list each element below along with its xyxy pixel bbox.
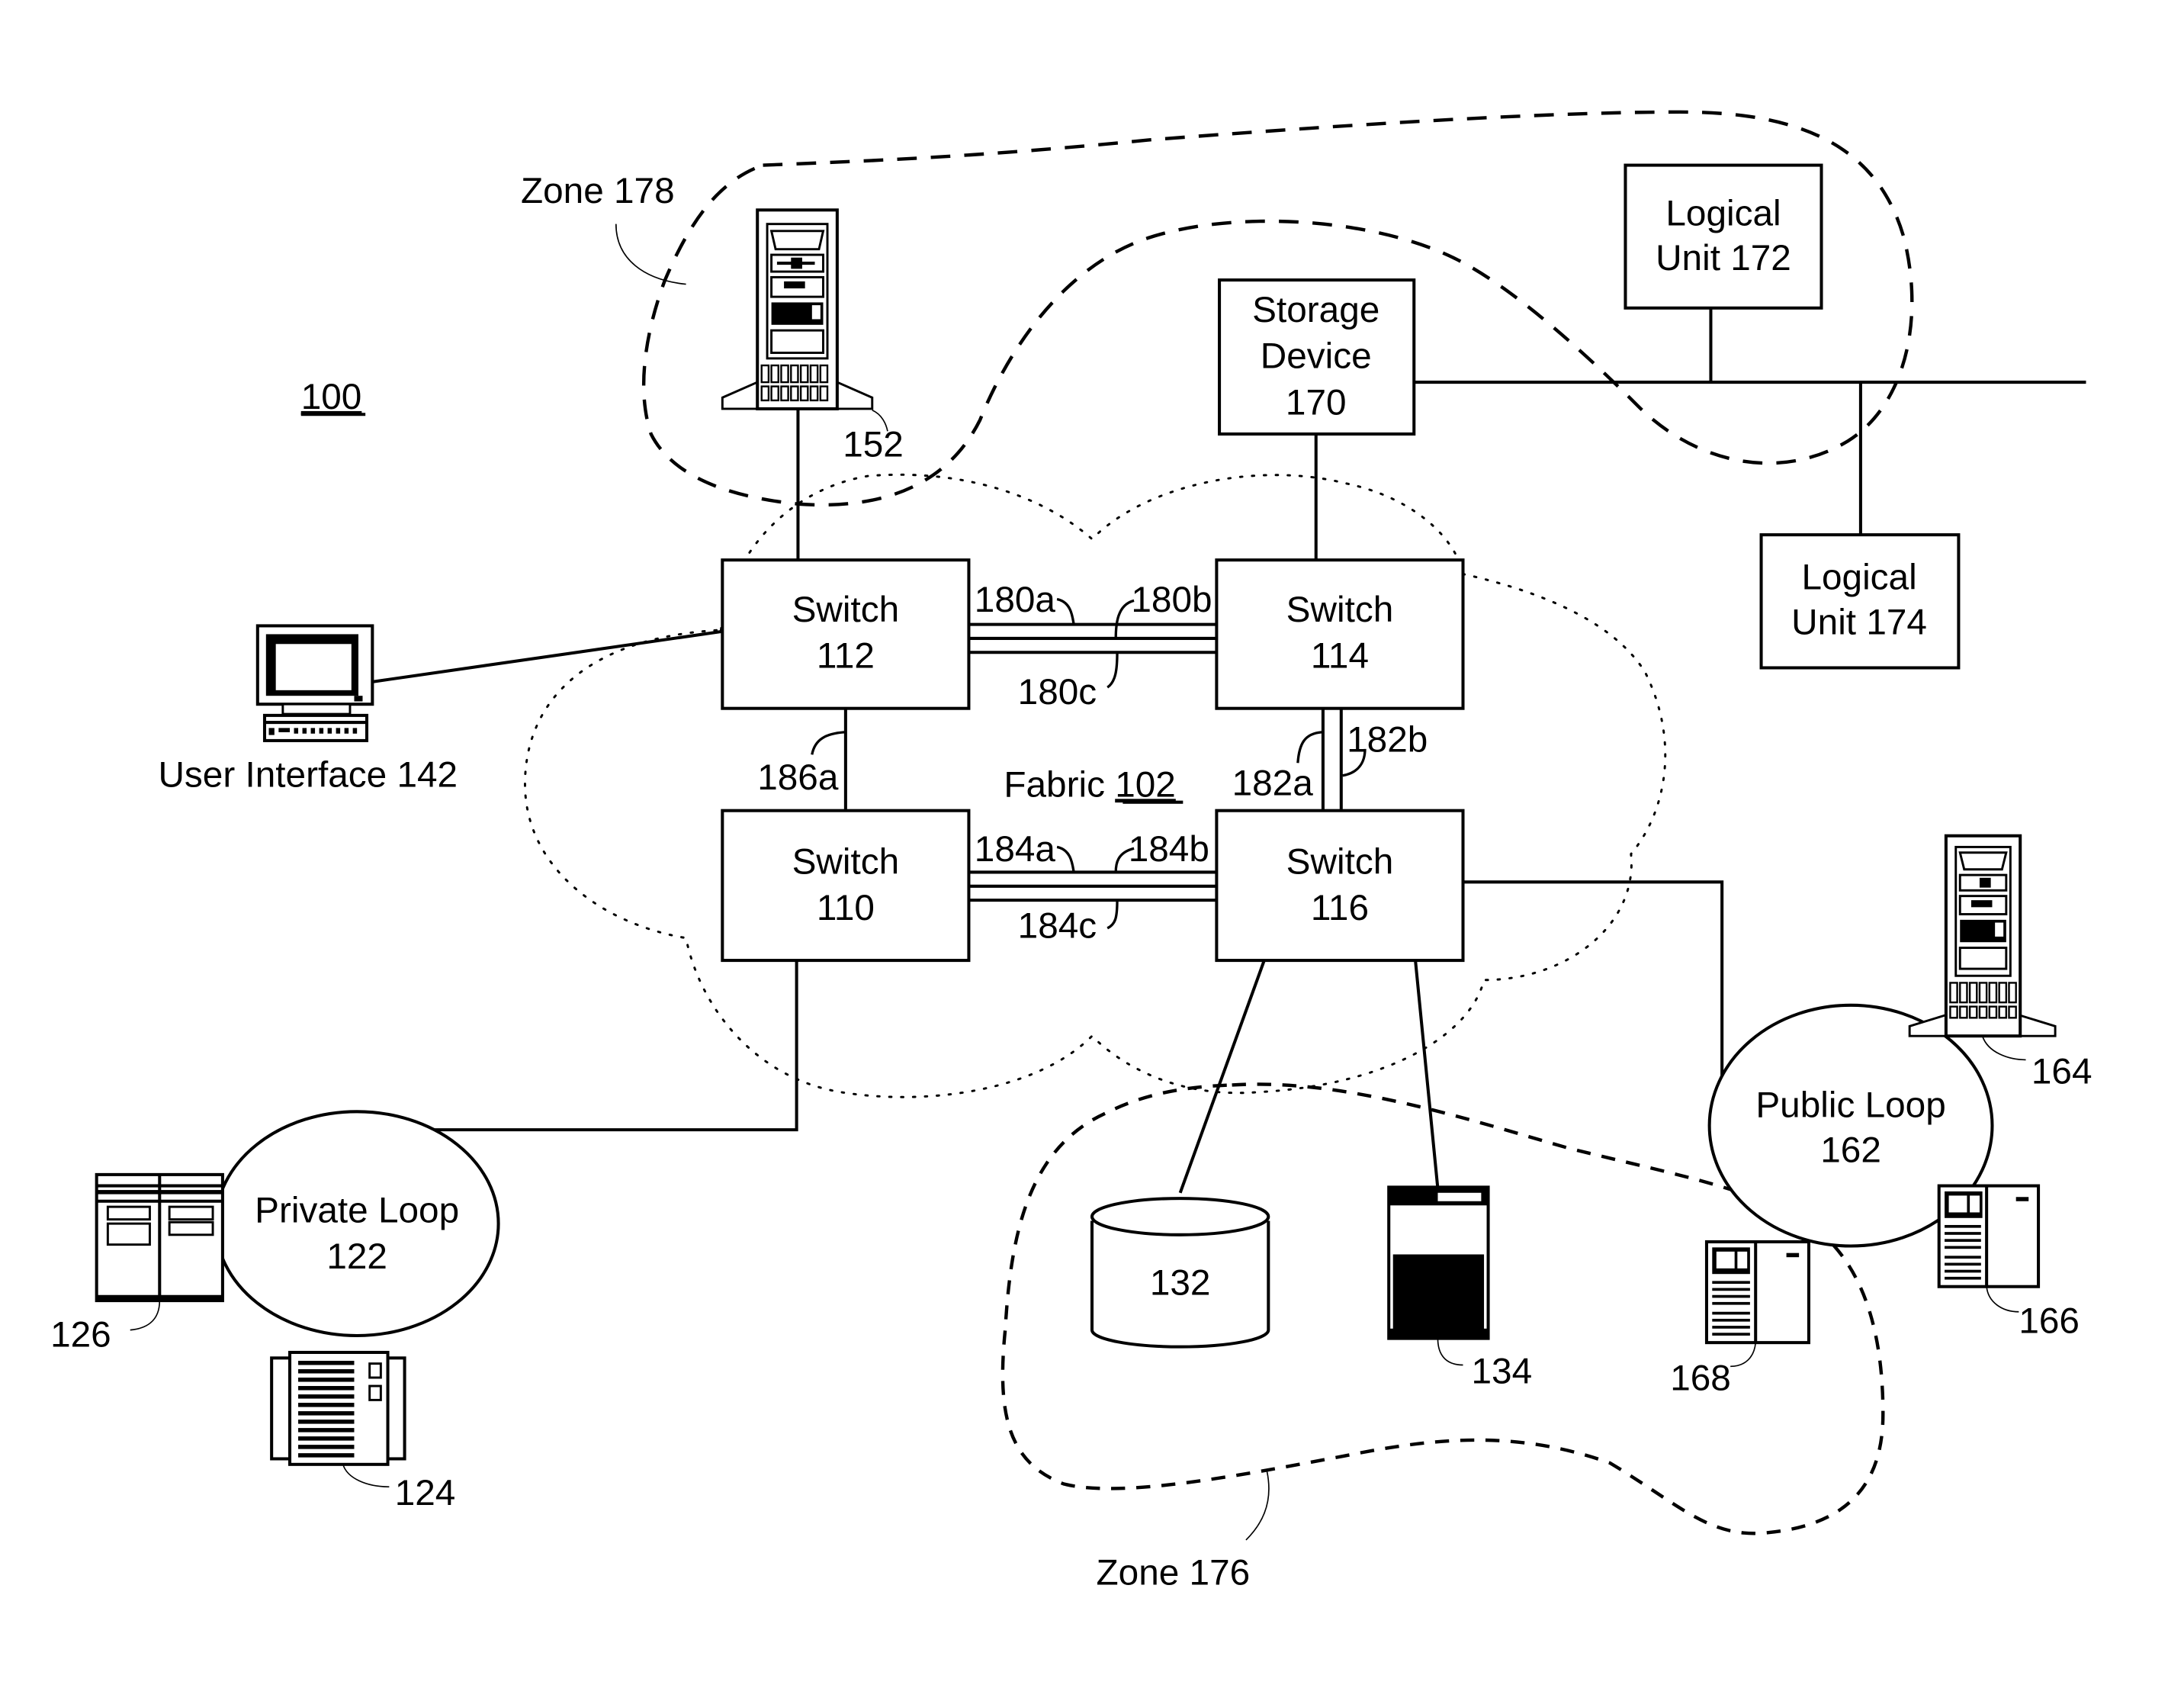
switch-114-label-line2: 114 (1311, 635, 1369, 676)
label-126: 126 (50, 1315, 111, 1355)
private-loop-line1: Private Loop (255, 1190, 459, 1230)
link-label-182a: 182a (1232, 764, 1314, 804)
leader-126 (130, 1301, 161, 1331)
zone-178-label: Zone 178 (521, 171, 675, 211)
switch-114[interactable]: Switch 114 (1215, 558, 1465, 710)
label-user-interface-142: User Interface 142 (158, 754, 458, 795)
lu-172-line1: Logical (1665, 194, 1781, 234)
private-loop-line2: 122 (326, 1236, 387, 1277)
switch-116-label-line2: 116 (1311, 888, 1369, 928)
switch-114-label-line1: Switch (1286, 590, 1394, 630)
leader-184c (1106, 900, 1119, 930)
leader-180a (1056, 597, 1075, 625)
switch-116-label-line1: Switch (1286, 841, 1394, 882)
device-166-icon[interactable] (1937, 1184, 2041, 1288)
leader-184a (1056, 845, 1075, 873)
label-166: 166 (2019, 1301, 2080, 1341)
leader-134 (1437, 1338, 1463, 1366)
link-label-184a: 184a (975, 829, 1056, 870)
leader-180c (1106, 652, 1119, 689)
leader-186a (811, 731, 845, 755)
device-124-icon[interactable] (270, 1350, 406, 1466)
figure-ref-100: 100 (301, 377, 362, 417)
leader-166 (1986, 1286, 2019, 1313)
link-label-180a: 180a (975, 580, 1056, 620)
leader-182a (1296, 731, 1322, 764)
leader-124 (342, 1464, 390, 1488)
wire-116-to-132 (1178, 960, 1266, 1194)
label-124: 124 (395, 1473, 456, 1513)
switch-110-label-line2: 110 (817, 888, 875, 928)
label-168: 168 (1670, 1359, 1731, 1399)
label-134: 134 (1472, 1351, 1533, 1391)
private-loop-122[interactable]: Private Loop 122 (214, 1110, 500, 1337)
link-label-180c: 180c (1018, 672, 1097, 712)
label-164: 164 (2031, 1052, 2092, 1092)
logical-unit-172[interactable]: Logical Unit 172 (1624, 163, 1823, 310)
user-interface-142-icon[interactable] (255, 624, 374, 742)
link-label-180b: 180b (1131, 580, 1212, 620)
san-network-diagram: Zone 178 Zone 176 100 Switch 112 Switch … (50, 110, 2092, 1593)
link-label-186a: 186a (757, 757, 839, 798)
switch-112[interactable]: Switch 112 (721, 558, 971, 710)
server-152-icon[interactable] (721, 208, 874, 410)
link-label-184c: 184c (1018, 906, 1097, 947)
lu-172-line2: Unit 172 (1656, 238, 1791, 278)
logical-unit-174[interactable]: Logical Unit 174 (1759, 533, 1961, 670)
switch-110-label-line1: Switch (792, 841, 900, 882)
server-164-icon[interactable] (1908, 834, 2057, 1038)
device-126-icon[interactable] (95, 1172, 224, 1303)
device-134-icon[interactable] (1387, 1185, 1490, 1340)
wire-116-to-public-loop (1464, 880, 1724, 1079)
label-132: 132 (1150, 1263, 1211, 1304)
leader-168 (1730, 1342, 1757, 1368)
fabric-label: Fabric 102 (1004, 764, 1175, 805)
label-152: 152 (843, 424, 904, 465)
zone-176-label: Zone 176 (1097, 1553, 1251, 1593)
leader-164 (1981, 1035, 2026, 1061)
zone-176-leader (1245, 1471, 1270, 1541)
lu-174-line1: Logical (1801, 558, 1916, 598)
switch-112-label-line2: 112 (817, 635, 875, 676)
switch-116[interactable]: Switch 116 (1215, 809, 1465, 963)
fabric-ref: 102 (1115, 764, 1176, 805)
storage-device-170[interactable]: Storage Device 170 (1218, 278, 1416, 436)
wire-ui-to-112 (372, 629, 723, 683)
device-168-icon[interactable] (1704, 1240, 1810, 1345)
link-label-182b: 182b (1347, 720, 1428, 760)
switch-112-label-line1: Switch (792, 590, 900, 630)
link-label-184b: 184b (1129, 829, 1209, 870)
wire-116-to-134 (1414, 960, 1440, 1189)
switch-110[interactable]: Switch 110 (721, 809, 971, 963)
disk-132-icon[interactable]: 132 (1090, 1197, 1270, 1349)
lu-174-line2: Unit 174 (1791, 602, 1927, 642)
storage-label-line2: Device (1261, 336, 1372, 377)
public-loop-line1: Public Loop (1755, 1085, 1945, 1126)
wire-110-to-private-loop (434, 960, 798, 1132)
storage-label-line3: 170 (1286, 382, 1347, 423)
public-loop-line2: 162 (1820, 1130, 1881, 1170)
storage-label-line1: Storage (1252, 290, 1379, 330)
